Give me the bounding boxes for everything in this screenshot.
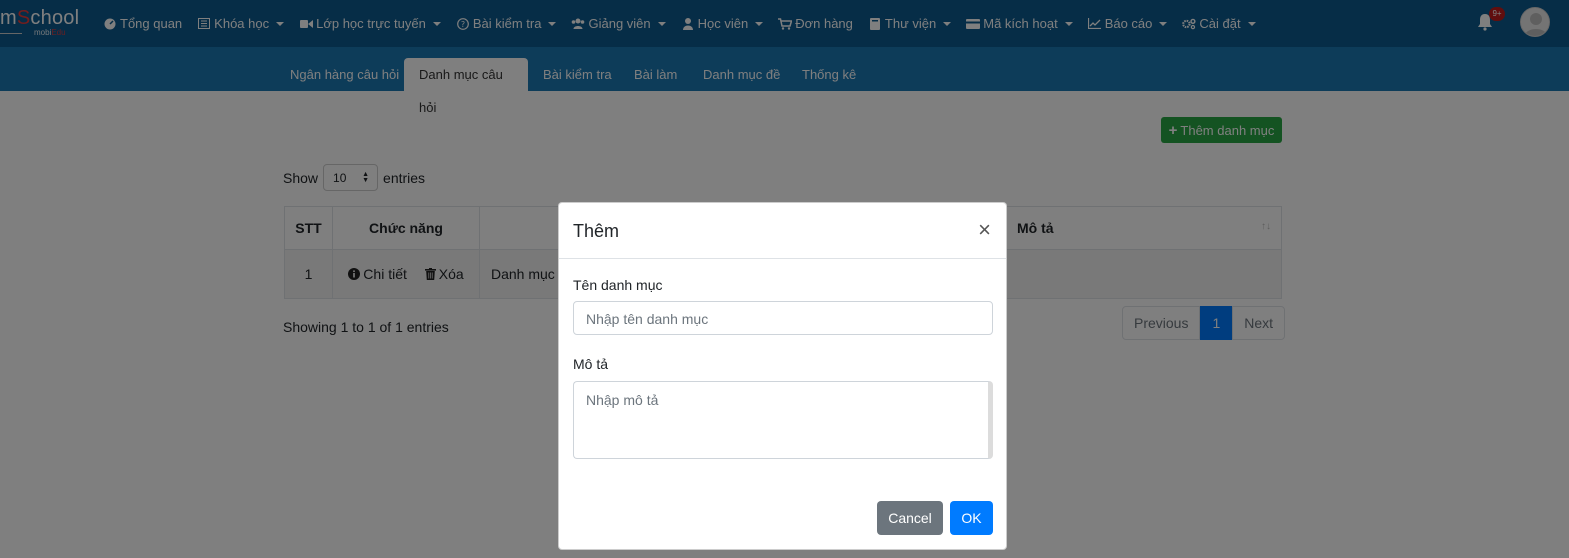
name-input[interactable]: Nhập tên danh mục — [573, 301, 993, 335]
add-category-modal: Thêm × Tên danh mục Nhập tên danh mục Mô… — [558, 202, 1007, 550]
desc-label: Mô tả — [573, 356, 609, 372]
desc-textarea[interactable]: Nhập mô tả — [573, 381, 993, 459]
name-label: Tên danh mục — [573, 277, 663, 293]
ok-button[interactable]: OK — [950, 501, 993, 535]
modal-header: Thêm × — [559, 203, 1006, 259]
modal-title: Thêm — [573, 221, 620, 241]
close-icon[interactable]: × — [978, 217, 991, 243]
cancel-button[interactable]: Cancel — [877, 501, 943, 535]
